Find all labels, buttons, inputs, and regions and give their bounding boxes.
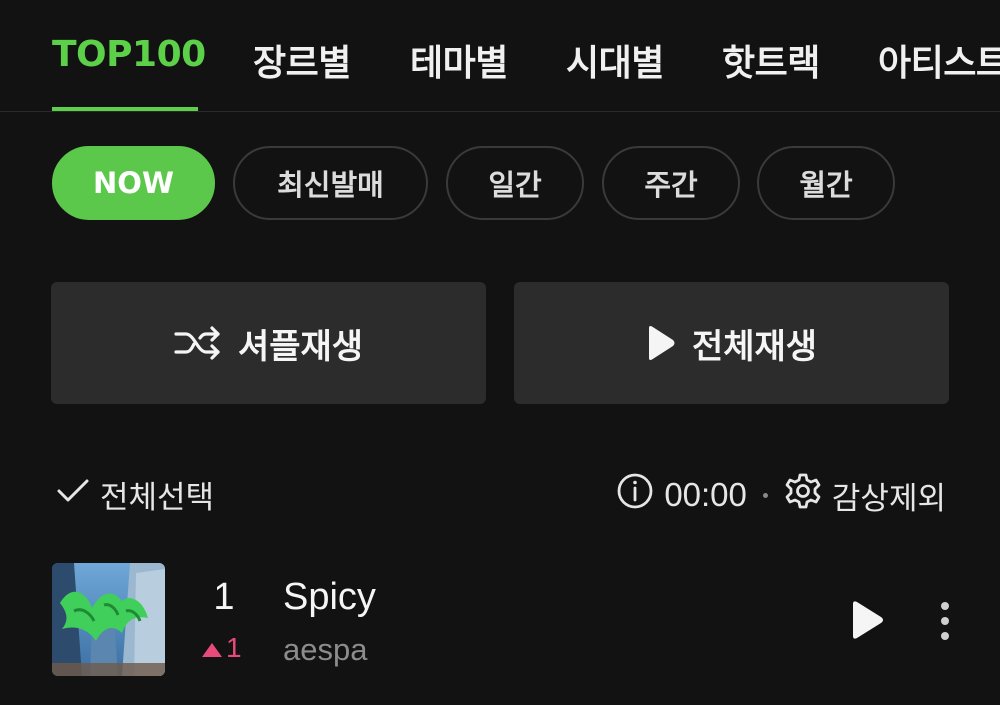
tab-era[interactable]: 시대별 [566,34,664,86]
filter-weekly[interactable]: 주간 [602,146,740,220]
shuffle-play-label: 셔플재생 [237,326,364,367]
total-time: 00:00 [664,476,747,513]
tab-top100[interactable]: TOP100 [52,34,206,75]
song-title[interactable]: Spicy [283,576,376,619]
play-song-button[interactable] [846,600,886,640]
gear-icon[interactable] [784,472,822,518]
separator-dot [762,492,768,498]
triangle-up-icon [202,632,222,664]
rank-change-value: 1 [226,632,242,663]
filter-daily[interactable]: 일간 [446,146,584,220]
filter-now[interactable]: NOW [52,146,215,220]
play-all-label: 전체재생 [691,326,818,367]
song-artist[interactable]: aespa [283,632,367,668]
play-icon [853,601,883,639]
shuffle-icon [174,326,222,360]
tab-theme[interactable]: 테마별 [410,34,508,86]
rank-change: 1 [202,632,242,664]
shuffle-play-button[interactable]: 셔플재생 [51,282,486,404]
tab-genre[interactable]: 장르별 [253,34,351,86]
play-all-button[interactable]: 전체재생 [514,282,949,404]
filter-monthly[interactable]: 월간 [757,146,895,220]
active-tab-indicator [52,107,198,111]
filter-new-release[interactable]: 최신발매 [233,146,428,220]
check-icon [56,477,90,513]
exclude-listening-label[interactable]: 감상제외 [832,473,946,518]
album-cover[interactable] [52,563,165,676]
more-options-button[interactable] [930,600,960,644]
chart-category-tabs: TOP100 장르별 테마별 시대별 핫트랙 아티스트 [0,0,1000,112]
more-vertical-icon [941,602,949,640]
chart-rank: 1 [213,576,235,618]
select-all-toggle[interactable]: 전체선택 [56,472,214,517]
play-icon [646,325,676,361]
tab-artist[interactable]: 아티스트 [878,34,1000,86]
select-all-label: 전체선택 [100,480,215,516]
info-icon[interactable] [616,472,654,518]
playlist-tools: 00:00 감상제외 [616,472,946,518]
tab-hottrack[interactable]: 핫트랙 [722,34,820,86]
